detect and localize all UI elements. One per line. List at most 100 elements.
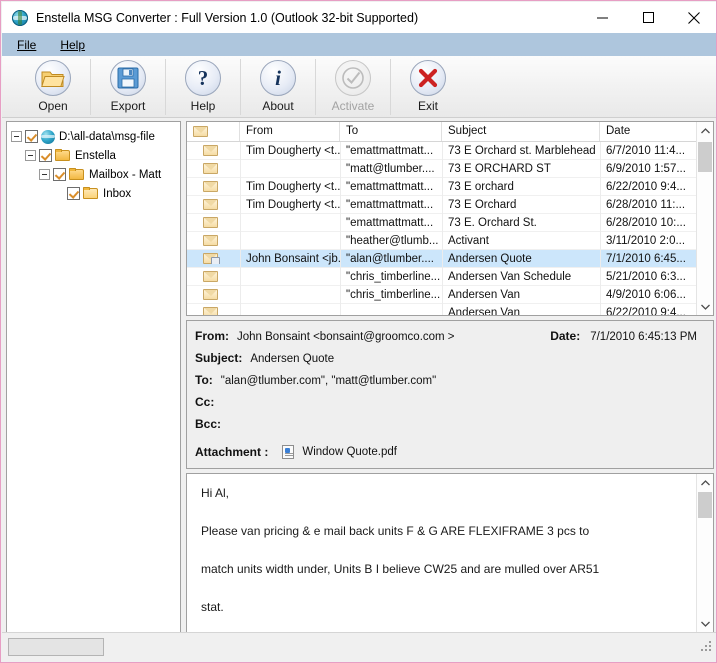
row-subject: Andersen Quote	[448, 252, 532, 265]
row-subject: 73 E ORCHARD ST	[448, 162, 551, 175]
tree-node-label: Mailbox - Matt	[89, 168, 162, 181]
table-row[interactable]: "heather@tlumb... Activant 3/11/2010 2:0…	[187, 232, 713, 250]
row-icon-cell	[187, 163, 240, 174]
checkbox[interactable]	[25, 130, 38, 143]
row-to: "heather@tlumb...	[346, 234, 439, 247]
column-header-date[interactable]: Date	[600, 122, 697, 141]
expander-icon[interactable]	[25, 150, 36, 161]
about-button[interactable]: i About	[241, 58, 315, 116]
open-button[interactable]: Open	[16, 58, 90, 116]
row-from: Tim Dougherty <t...	[246, 198, 340, 211]
row-date: 6/9/2010 1:57...	[606, 162, 686, 175]
row-icon-cell	[187, 181, 240, 192]
scroll-down-icon[interactable]	[697, 615, 713, 632]
column-header-subject[interactable]: Subject	[442, 122, 600, 141]
row-icon-cell	[187, 289, 240, 300]
mail-icon	[203, 163, 218, 174]
column-header-from[interactable]: From	[240, 122, 340, 141]
detail-row-attachment: Attachment : Window Quote.pdf	[187, 439, 713, 465]
tree-node-enstella[interactable]: Enstella	[11, 146, 178, 165]
table-row[interactable]: "matt@tlumber.... 73 E ORCHARD ST 6/9/20…	[187, 160, 713, 178]
detail-row-cc: Cc:	[187, 395, 713, 417]
table-row[interactable]: Tim Dougherty <t... "emattmattmatt... 73…	[187, 196, 713, 214]
row-subject: 73 E Orchard	[448, 198, 517, 211]
body-paragraph: match units width under, Units B I belie…	[201, 562, 600, 576]
table-row[interactable]: Tim Dougherty <t... "emattmattmatt... 73…	[187, 178, 713, 196]
pdf-file-icon[interactable]	[282, 445, 295, 459]
from-value: John Bonsaint <bonsaint@groomco.com >	[237, 331, 455, 343]
close-button[interactable]	[671, 2, 716, 33]
row-from: Tim Dougherty <t...	[246, 144, 340, 157]
scrollbar-thumb[interactable]	[698, 492, 712, 518]
menu-item-help[interactable]: Help	[51, 36, 94, 54]
red-x-icon	[410, 60, 446, 96]
mail-icon	[203, 289, 218, 300]
resize-grip-icon[interactable]	[701, 641, 713, 653]
table-row[interactable]: Tim Dougherty <t... "emattmattmatt... 73…	[187, 142, 713, 160]
message-list-scrollbar[interactable]	[696, 122, 713, 315]
expander-icon	[53, 188, 64, 199]
column-header-to[interactable]: To	[340, 122, 442, 141]
folder-icon	[69, 168, 85, 181]
minimize-button[interactable]	[579, 2, 625, 33]
tree-node-root[interactable]: D:\all-data\msg-file	[11, 127, 178, 146]
row-to: "alan@tlumber....	[346, 252, 434, 265]
row-to: "matt@tlumber....	[346, 162, 435, 175]
row-date: 6/7/2010 11:4...	[606, 144, 686, 157]
row-to: "chris_timberline...	[346, 270, 441, 283]
message-list-header: From To Subject Date	[187, 122, 713, 142]
row-icon-cell	[187, 253, 240, 264]
checkbox[interactable]	[53, 168, 66, 181]
folder-tree-panel[interactable]: D:\all-data\msg-file Enstella Mailbox - …	[6, 121, 181, 633]
help-button[interactable]: ? Help	[166, 58, 240, 116]
row-to: "emattmattmatt...	[346, 198, 434, 211]
table-row[interactable]: "emattmattmatt... 73 E. Orchard St. 6/28…	[187, 214, 713, 232]
scroll-up-icon[interactable]	[697, 474, 713, 491]
checkbox[interactable]	[39, 149, 52, 162]
mail-icon	[203, 271, 218, 282]
mail-icon	[203, 145, 218, 156]
mail-icon	[203, 307, 218, 315]
open-button-label: Open	[38, 99, 68, 113]
column-header-icon[interactable]	[187, 122, 240, 141]
table-row-selected[interactable]: John Bonsaint <jb... "alan@tlumber.... A…	[187, 250, 713, 268]
checkbox[interactable]	[67, 187, 80, 200]
exit-button[interactable]: Exit	[391, 58, 465, 116]
export-button[interactable]: Export	[91, 58, 165, 116]
table-row[interactable]: Andersen Van 6/22/2010 9:4...	[187, 304, 713, 316]
window-title: Enstella MSG Converter : Full Version 1.…	[36, 10, 419, 25]
row-icon-cell	[187, 145, 240, 156]
activate-button-label: Activate	[331, 99, 375, 113]
body-paragraph: Please van pricing & e mail back units F…	[201, 524, 590, 538]
scroll-down-icon[interactable]	[697, 298, 713, 315]
row-subject: 73 E orchard	[448, 180, 514, 193]
expander-icon[interactable]	[11, 131, 22, 142]
message-body-scrollbar[interactable]	[696, 474, 713, 632]
tree-node-inbox[interactable]: Inbox	[11, 184, 178, 203]
from-label: From:	[195, 329, 229, 343]
activate-button[interactable]: Activate	[316, 58, 390, 116]
row-date: 4/9/2010 6:06...	[606, 288, 686, 301]
mail-attachment-icon	[203, 253, 220, 264]
row-subject: 73 E. Orchard St.	[448, 216, 537, 229]
message-body-panel[interactable]: Hi Al, Please van pricing & e mail back …	[186, 473, 714, 633]
attachment-name[interactable]: Window Quote.pdf	[302, 446, 397, 458]
toolbar: Open Export ? Help i About Activate Exit	[2, 56, 716, 118]
maximize-button[interactable]	[625, 2, 671, 33]
row-subject: Andersen Van	[448, 306, 521, 316]
menu-file-label: File	[17, 37, 37, 52]
menu-item-file[interactable]: File	[8, 36, 45, 54]
scrollbar-thumb[interactable]	[698, 142, 712, 172]
folder-open-icon	[83, 187, 99, 200]
row-subject: Andersen Van Schedule	[448, 270, 572, 283]
table-row[interactable]: "chris_timberline... Andersen Van 4/9/20…	[187, 286, 713, 304]
scroll-up-icon[interactable]	[697, 122, 713, 139]
row-date: 5/21/2010 6:3...	[606, 270, 686, 283]
svg-text:i: i	[275, 66, 281, 90]
column-divider	[600, 142, 601, 315]
expander-icon[interactable]	[39, 169, 50, 180]
message-list-panel[interactable]: From To Subject Date Tim Dougherty <t...…	[186, 121, 714, 316]
row-from: Tim Dougherty <t...	[246, 180, 340, 193]
table-row[interactable]: "chris_timberline... Andersen Van Schedu…	[187, 268, 713, 286]
tree-node-mailbox-matt[interactable]: Mailbox - Matt	[11, 165, 178, 184]
